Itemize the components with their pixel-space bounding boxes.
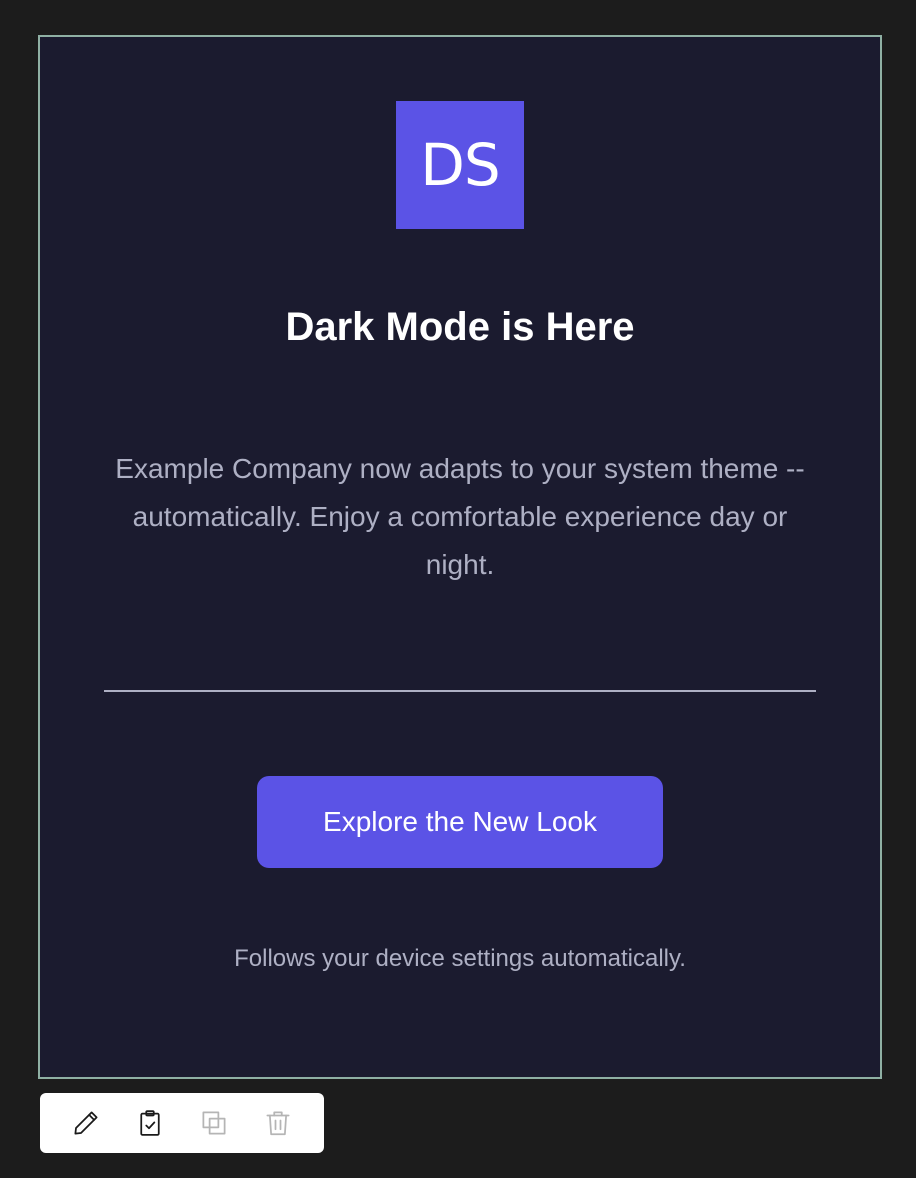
duplicate-button[interactable] <box>194 1103 234 1143</box>
edit-button[interactable] <box>66 1103 106 1143</box>
block-toolbar <box>40 1093 324 1153</box>
delete-button[interactable] <box>258 1103 298 1143</box>
paste-button[interactable] <box>130 1103 170 1143</box>
trash-icon <box>266 1111 290 1136</box>
cta-button[interactable]: Explore the New Look <box>257 776 663 868</box>
clipboard-check-icon <box>140 1110 160 1136</box>
email-footnote: Follows your device settings automatical… <box>234 945 686 972</box>
email-body: Example Company now adapts to your syste… <box>115 453 805 580</box>
logo: DS <box>396 101 524 229</box>
editor-canvas: DS Dark Mode is Here Example Company now… <box>0 0 916 1178</box>
logo-text: DS <box>420 131 500 199</box>
duplicate-icon <box>202 1111 226 1135</box>
pencil-icon <box>74 1111 98 1135</box>
email-preview[interactable]: DS Dark Mode is Here Example Company now… <box>38 35 882 1079</box>
divider <box>104 690 816 692</box>
email-headline: Dark Mode is Here <box>285 305 635 349</box>
